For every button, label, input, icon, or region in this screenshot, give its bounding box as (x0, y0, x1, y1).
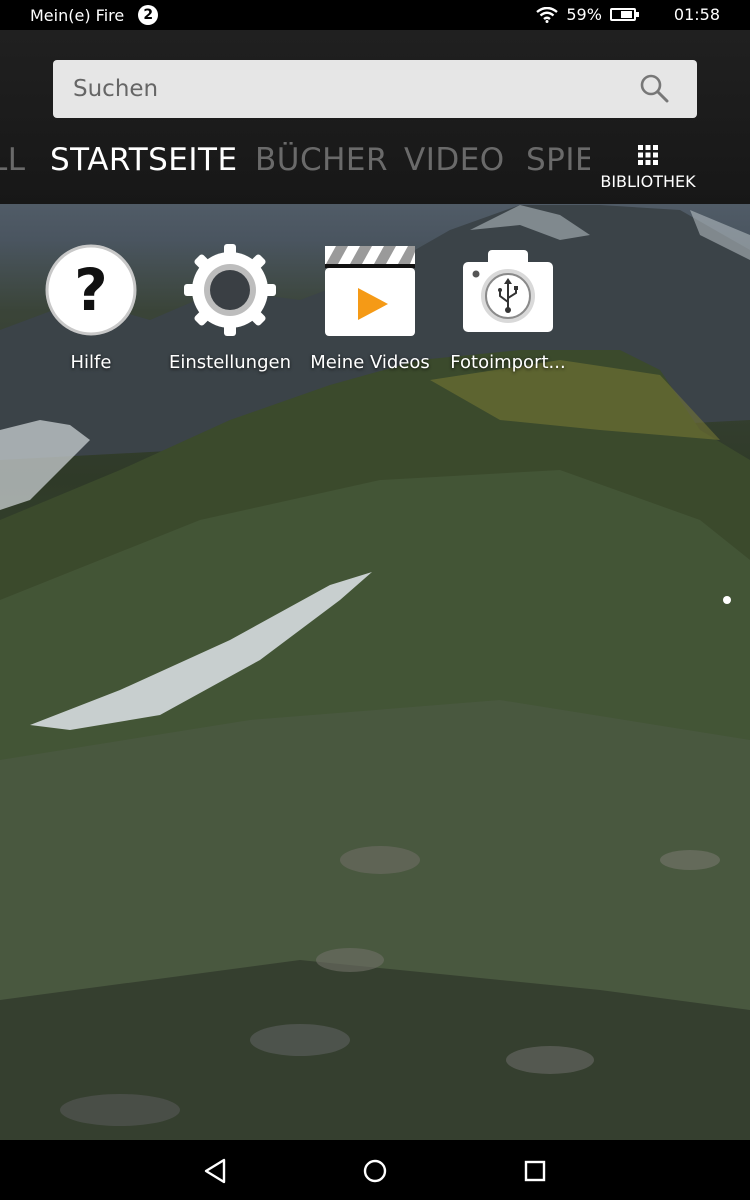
back-icon[interactable] (202, 1156, 232, 1186)
status-bar: Mein(e) Fire 2 59% 01:58 (0, 0, 750, 30)
wifi-icon (536, 6, 559, 23)
search-icon[interactable] (639, 73, 669, 103)
battery-percent: 59% (566, 5, 602, 24)
recents-icon[interactable] (520, 1156, 550, 1186)
gear-icon (184, 244, 276, 336)
app-label-einstellungen: Einstellungen (168, 352, 292, 373)
battery-icon (609, 8, 639, 21)
app-label-fotoimport: Fotoimport... (450, 352, 566, 373)
tab-video[interactable]: VIDEO (404, 142, 505, 178)
status-right: 59% 01:58 (536, 5, 720, 24)
camera-usb-icon (462, 244, 554, 336)
library-label: BIBLIOTHEK (600, 172, 696, 191)
search-placeholder: Suchen (73, 76, 159, 102)
grid-icon (638, 145, 658, 165)
library-button[interactable]: BIBLIOTHEK (596, 144, 700, 191)
battery-fill (620, 11, 632, 18)
status-left: Mein(e) Fire 2 (30, 5, 159, 25)
app-einstellungen[interactable]: Einstellungen (162, 244, 298, 373)
video-clapper-icon (324, 244, 416, 336)
tab-spiele[interactable]: SPIE (526, 142, 590, 178)
help-icon: ? (45, 244, 137, 336)
tab-buecher[interactable]: BÜCHER (255, 142, 388, 178)
app-grid: ? Hilfe Einstellungen Meine Videos Fotoi… (0, 244, 750, 384)
page-indicator-dot (723, 596, 731, 604)
home-icon[interactable] (360, 1156, 390, 1186)
carrier-name: Mein(e) Fire (30, 5, 125, 25)
app-label-meine-videos: Meine Videos (310, 352, 430, 373)
notification-count-badge[interactable]: 2 (138, 5, 159, 25)
search-input[interactable]: Suchen (53, 60, 697, 118)
library-tabs: LL STARTSEITE BÜCHER VIDEO SPIE (0, 142, 590, 182)
app-fotoimport[interactable]: Fotoimport... (440, 244, 576, 373)
app-hilfe[interactable]: ? Hilfe (23, 244, 159, 373)
navigation-bar (0, 1140, 750, 1200)
app-meine-videos[interactable]: Meine Videos (302, 244, 438, 373)
clock: 01:58 (673, 5, 720, 24)
launcher-header: Suchen LL STARTSEITE BÜCHER VIDEO SPIE B… (0, 30, 750, 204)
tab-partial-left[interactable]: LL (0, 142, 26, 178)
svg-text:?: ? (74, 256, 108, 324)
app-label-hilfe: Hilfe (70, 352, 112, 373)
tab-startseite[interactable]: STARTSEITE (50, 142, 238, 178)
